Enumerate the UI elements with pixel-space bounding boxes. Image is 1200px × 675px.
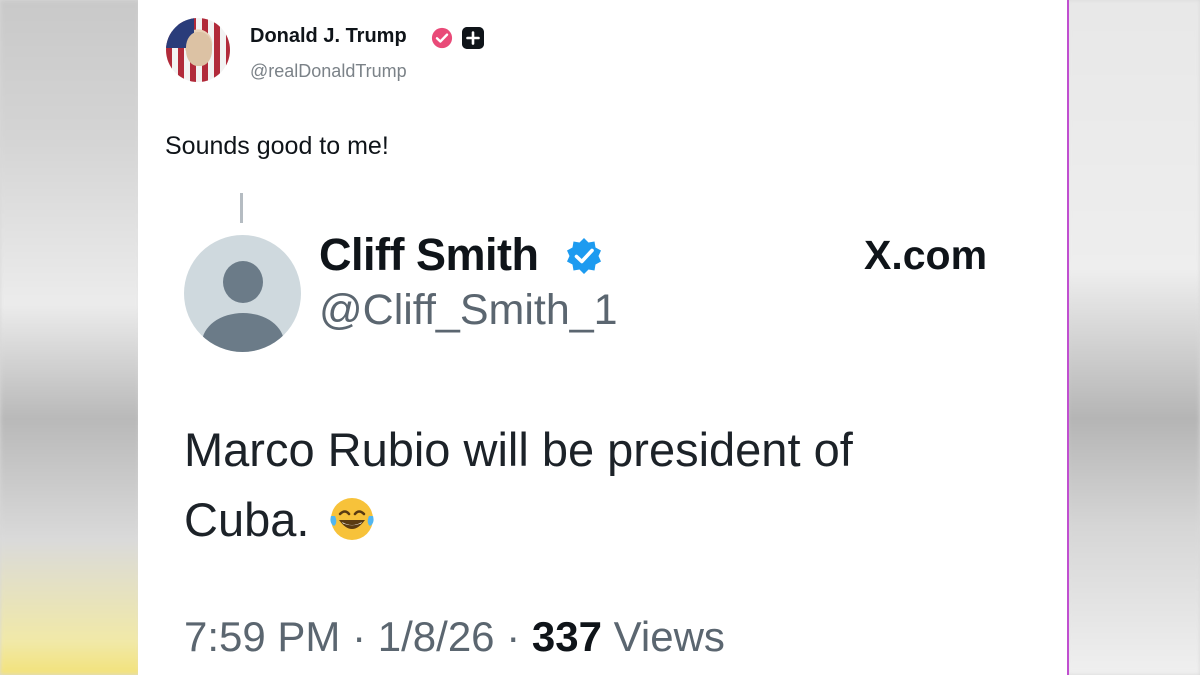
tweet-time[interactable]: 7:59 PM: [184, 613, 340, 660]
screenshot-stage: Donald J. Trump @realDonaldTrump Sounds …: [0, 0, 1200, 675]
default-avatar-body: [202, 313, 284, 352]
avatar-face: [186, 32, 212, 66]
post-card: Donald J. Trump @realDonaldTrump Sounds …: [138, 0, 1069, 675]
meta-separator: ·: [506, 613, 521, 660]
meta-separator: ·: [352, 613, 367, 660]
verified-badge-icon: [567, 238, 601, 274]
default-avatar-head: [223, 261, 263, 303]
blurred-backdrop-right: [1067, 0, 1200, 675]
quoted-author-handle[interactable]: @Cliff_Smith_1: [319, 286, 618, 335]
verified-badge-icon: [431, 27, 453, 49]
face-with-tears-of-joy-icon: [330, 498, 375, 540]
quoted-tweet-text: Marco Rubio will be president of Cuba.: [184, 415, 1004, 555]
quoted-text-line2: Cuba.: [184, 493, 310, 546]
plus-badge-icon: [462, 27, 484, 49]
author-name[interactable]: Donald J. Trump: [250, 25, 407, 48]
blurred-backdrop-left: [0, 0, 140, 675]
tweet-meta: 7:59 PM · 1/8/26 · 337 Views: [184, 613, 725, 661]
quoted-text-line1: Marco Rubio will be president of: [184, 423, 853, 476]
views-count: 337: [531, 613, 602, 660]
author-avatar[interactable]: [166, 18, 230, 82]
tweet-date[interactable]: 1/8/26: [378, 613, 495, 660]
author-handle[interactable]: @realDonaldTrump: [250, 61, 407, 82]
thread-connector-line: [240, 193, 243, 223]
source-watermark: X.com: [864, 232, 988, 278]
post-text: Sounds good to me!: [165, 132, 389, 160]
views-label: Views: [613, 613, 725, 660]
quoted-author-avatar[interactable]: [184, 235, 301, 352]
quoted-author-name[interactable]: Cliff Smith: [319, 229, 539, 281]
